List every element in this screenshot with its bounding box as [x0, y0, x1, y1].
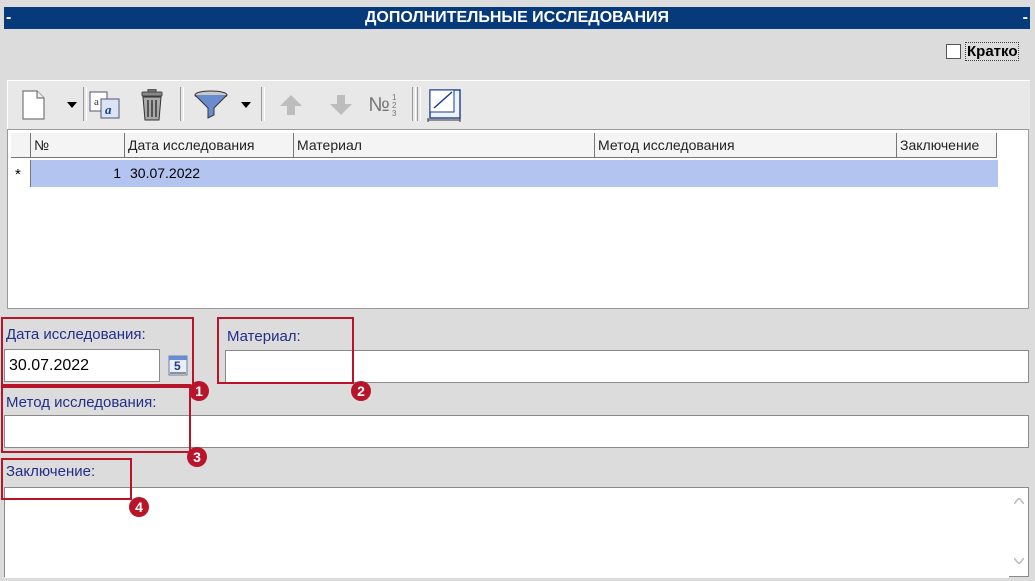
window-title-bar: - ДОПОЛНИТЕЛЬНЫЕ ИССЛЕДОВАНИЯ -: [4, 7, 1030, 29]
scroll-down-icon[interactable]: [1014, 558, 1024, 564]
annotation-box-conclusion: [1, 458, 132, 500]
annotation-badge-3: 3: [187, 447, 207, 467]
new-record-button[interactable]: [16, 87, 50, 123]
annotation-badge-1: 1: [189, 381, 209, 401]
cell-conclusion[interactable]: [899, 160, 998, 187]
svg-text:a: a: [105, 102, 112, 117]
title-left-mark: -: [6, 9, 12, 26]
toolbar-separator: [261, 87, 265, 121]
window-title: ДОПОЛНИТЕЛЬНЫЕ ИССЛЕДОВАНИЯ: [365, 9, 669, 26]
move-down-button[interactable]: [324, 87, 358, 123]
annotation-box-material: [217, 317, 354, 384]
scroll-up-icon[interactable]: [1014, 498, 1024, 504]
title-right-mark: -: [1022, 9, 1028, 26]
grid-header-material[interactable]: Материал: [294, 133, 595, 158]
numbering-digits-icon: 1 2 3: [392, 93, 397, 118]
annotation-badge-4: 4: [129, 497, 149, 517]
grid-toolbar: a a № 1 2 3: [7, 80, 1030, 129]
grid-header-conclusion[interactable]: Заключение: [897, 133, 997, 158]
arrow-up-icon: [280, 95, 302, 115]
svg-text:a: a: [94, 96, 99, 108]
toolbar-separator: [83, 87, 87, 121]
resize-icon: [427, 89, 461, 122]
filter-button[interactable]: [191, 87, 231, 123]
brief-checkbox-label[interactable]: Кратко: [965, 41, 1020, 61]
delete-record-button[interactable]: [135, 87, 169, 123]
dropdown-arrow-icon: [67, 102, 77, 108]
trash-icon: [141, 89, 163, 121]
renumber-button[interactable]: № 1 2 3: [366, 87, 402, 123]
grid-indicator-header: [11, 133, 31, 158]
toolbar-separator: [417, 87, 421, 121]
dropdown-arrow-icon: [241, 102, 251, 108]
cell-date[interactable]: 30.07.2022: [127, 160, 296, 187]
svg-text:3: 3: [392, 109, 397, 118]
annotation-badge-2: 2: [351, 381, 371, 401]
conclusion-textarea[interactable]: [4, 487, 1029, 578]
grid-header-number[interactable]: №: [31, 133, 125, 158]
arrow-down-icon: [330, 95, 352, 115]
new-document-icon: [22, 90, 45, 120]
numbering-glyph: №: [368, 93, 390, 116]
move-up-button[interactable]: [274, 87, 308, 123]
toolbar-separator: [412, 87, 416, 121]
new-row-marker: *: [15, 166, 21, 183]
copy-text-icon: a a: [89, 91, 120, 119]
cell-number[interactable]: 1: [31, 160, 125, 187]
grid-header-date[interactable]: Дата исследования: [125, 133, 294, 158]
numbering-icon: № 1 2 3: [368, 92, 399, 118]
table-row[interactable]: 1 30.07.2022: [31, 160, 998, 187]
brief-checkbox[interactable]: Кратко: [946, 40, 1020, 62]
cell-material[interactable]: [296, 160, 597, 187]
annotation-box-method: [1, 384, 191, 453]
new-record-dropdown[interactable]: [64, 87, 80, 123]
grid-header-method[interactable]: Метод исследования: [595, 133, 897, 158]
vertical-scrollbar[interactable]: [1010, 488, 1028, 576]
cell-method[interactable]: [597, 160, 899, 187]
annotation-box-date: [1, 317, 194, 388]
filter-dropdown[interactable]: [238, 87, 254, 123]
grid-row-indicator[interactable]: *: [11, 160, 31, 187]
data-grid[interactable]: № Дата исследования Материал Метод иссле…: [7, 129, 1029, 309]
filter-icon: [194, 90, 228, 119]
copy-record-button[interactable]: a a: [88, 87, 122, 123]
conclusion-text[interactable]: [5, 488, 1009, 578]
column-width-button[interactable]: [424, 87, 464, 123]
toolbar-separator: [180, 87, 184, 121]
checkbox-square[interactable]: [946, 43, 961, 59]
